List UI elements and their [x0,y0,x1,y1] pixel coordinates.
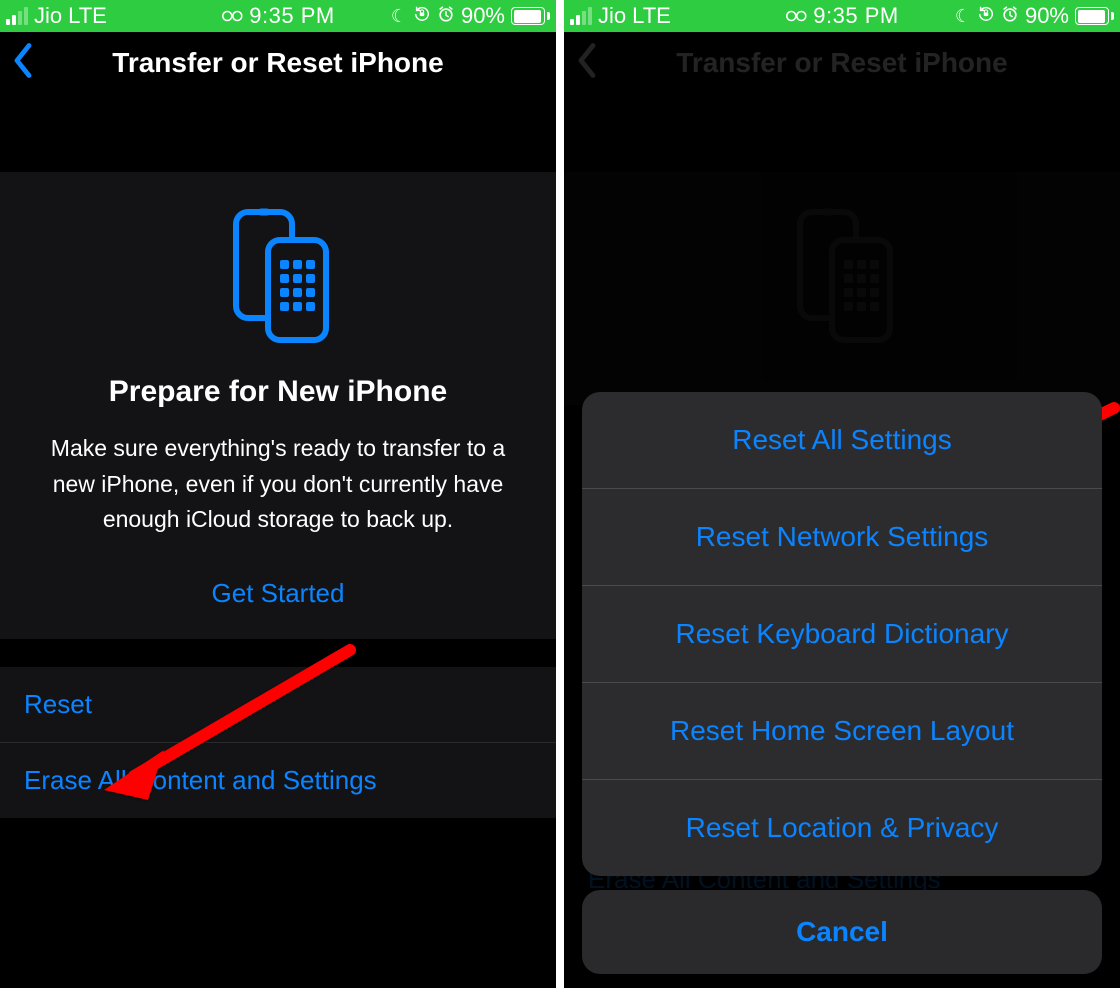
erase-all-row[interactable]: Erase All Content and Settings [0,743,556,818]
transfer-phones-icon [28,206,528,351]
signal-icon [6,7,28,25]
hotspot-icon [785,9,807,23]
reset-row[interactable]: Reset [0,667,556,743]
status-bar: Jio LTE 9:35 PM ☾ [564,0,1120,32]
reset-all-settings-option[interactable]: Reset All Settings [582,392,1102,489]
status-time: 9:35 PM [249,3,334,29]
sheet-options-group: Reset All Settings Reset Network Setting… [582,392,1102,876]
moon-icon: ☾ [391,6,407,27]
nav-bar: Transfer or Reset iPhone [0,32,556,94]
alarm-icon [437,5,455,28]
moon-icon: ☾ [955,6,971,27]
orientation-lock-icon [977,5,995,28]
nav-title: Transfer or Reset iPhone [112,47,443,79]
status-time: 9:35 PM [813,3,898,29]
reset-home-screen-layout-option[interactable]: Reset Home Screen Layout [582,683,1102,780]
battery-pct: 90% [1025,3,1069,29]
battery-icon [511,7,550,25]
back-button[interactable] [12,43,34,84]
network-label: LTE [68,3,107,29]
battery-icon [1075,7,1114,25]
nav-spacer [0,94,556,172]
cancel-button[interactable]: Cancel [582,890,1102,974]
status-bar: Jio LTE 9:35 PM ☾ [0,0,556,32]
prepare-card: Prepare for New iPhone Make sure everyth… [0,172,556,639]
network-label: LTE [632,3,671,29]
sheet-cancel-group: Cancel [582,890,1102,974]
section-gap [0,639,556,667]
bottom-blank [0,818,556,938]
carrier-label: Jio [34,3,62,29]
orientation-lock-icon [413,5,431,28]
right-screenshot: Jio LTE 9:35 PM ☾ [564,0,1120,988]
card-description: Make sure everything's ready to transfer… [34,431,522,538]
reset-action-sheet: Reset All Settings Reset Network Setting… [582,392,1102,974]
get-started-button[interactable]: Get Started [212,578,345,609]
reset-keyboard-dictionary-option[interactable]: Reset Keyboard Dictionary [582,586,1102,683]
carrier-label: Jio [598,3,626,29]
left-screenshot: Jio LTE 9:35 PM ☾ [0,0,556,988]
alarm-icon [1001,5,1019,28]
signal-icon [570,7,592,25]
hotspot-icon [221,9,243,23]
reset-list: Reset Erase All Content and Settings [0,667,556,818]
battery-pct: 90% [461,3,505,29]
card-title: Prepare for New iPhone [28,375,528,409]
reset-location-privacy-option[interactable]: Reset Location & Privacy [582,780,1102,876]
reset-network-settings-option[interactable]: Reset Network Settings [582,489,1102,586]
